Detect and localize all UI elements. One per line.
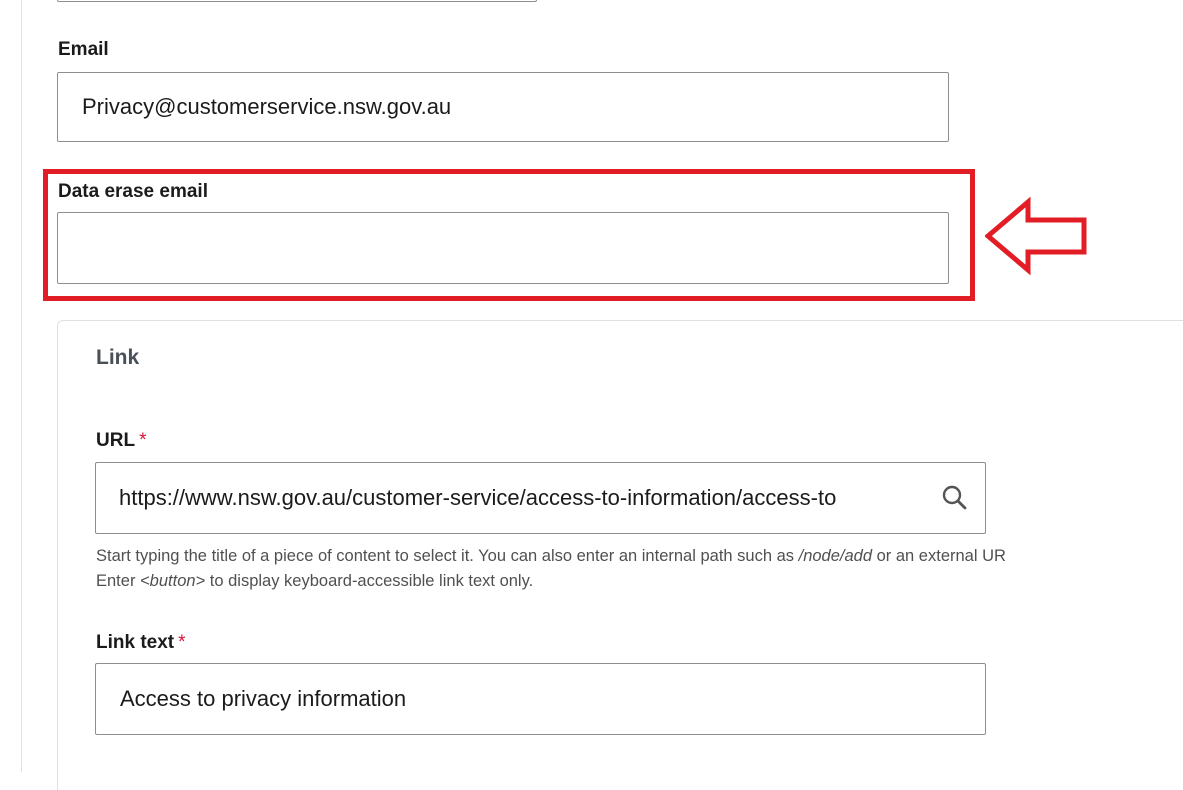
url-label-text: URL xyxy=(96,430,136,451)
help-line-1-text: Start typing the title of a piece of con… xyxy=(96,547,799,565)
help-line-2-tail: to display keyboard-accessible link text… xyxy=(205,572,534,590)
help-line-2-code: <button> xyxy=(140,572,206,590)
search-icon xyxy=(942,485,967,510)
link-text-required-mark: * xyxy=(178,632,186,653)
url-help-text: Start typing the title of a piece of con… xyxy=(96,544,1183,594)
url-required-mark: * xyxy=(139,430,147,451)
highlight-annotation-box xyxy=(43,169,975,301)
help-line-1-path: /node/add xyxy=(798,547,873,565)
link-text-field[interactable] xyxy=(95,663,986,735)
url-label: URL * xyxy=(96,429,146,453)
left-arrow-outline-icon xyxy=(985,196,1087,276)
link-text-label: Link text * xyxy=(96,631,186,655)
left-divider xyxy=(21,0,22,772)
url-help-line-2: Enter <button> to display keyboard-acces… xyxy=(96,569,1183,594)
link-group-title: Link xyxy=(96,346,140,369)
url-input-value: https://www.nsw.gov.au/customer-service/… xyxy=(119,485,837,510)
help-line-1-tail: or an external UR xyxy=(872,547,1006,565)
help-line-2-text: Enter xyxy=(96,572,141,590)
email-field[interactable] xyxy=(57,72,949,142)
page: Email Data erase email Link URL* https:/… xyxy=(0,0,1183,790)
url-help-line-1: Start typing the title of a piece of con… xyxy=(96,544,1183,569)
previous-field-input[interactable] xyxy=(57,0,537,2)
email-label: Email xyxy=(58,39,109,60)
link-text-label-text: Link text xyxy=(96,632,175,653)
